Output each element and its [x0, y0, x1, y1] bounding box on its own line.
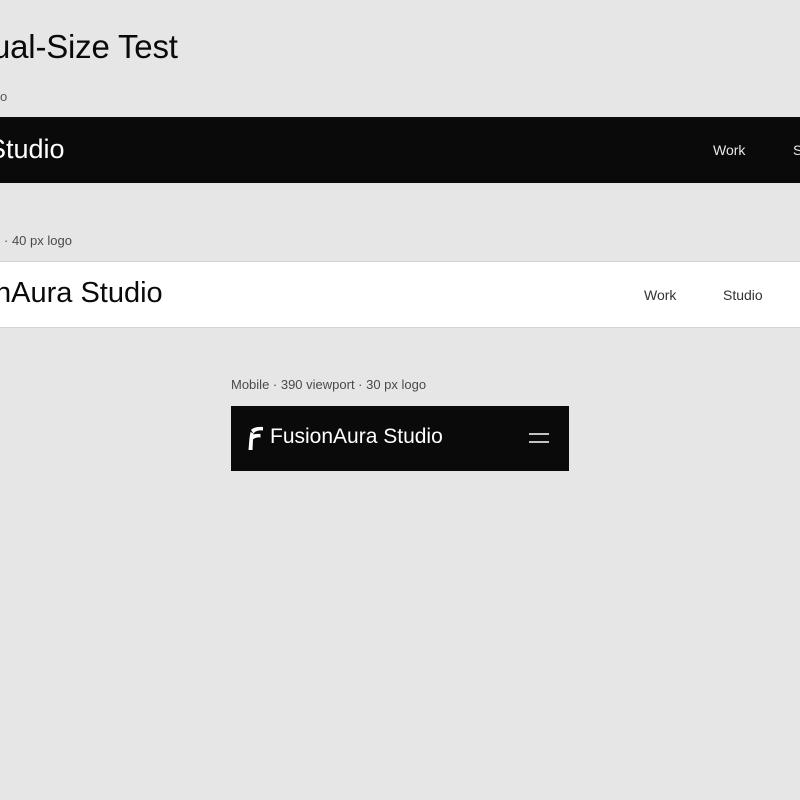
nav-link-work[interactable]: Work	[644, 287, 676, 303]
nav-link-work[interactable]: Work	[713, 142, 745, 158]
brand-wordmark[interactable]: FusionAura Studio	[270, 425, 443, 449]
section-caption-mobile: Mobile · 390 viewport · 30 px logo	[231, 377, 427, 392]
page-title: ual-Size Test	[0, 28, 178, 65]
section-caption-40px: · 40 px logo	[4, 233, 72, 248]
nav-link-studio[interactable]: S	[793, 142, 800, 158]
brand-wordmark[interactable]: Studio	[0, 134, 65, 165]
hamburger-menu-icon[interactable]	[529, 430, 549, 446]
brand-wordmark[interactable]: nAura Studio	[0, 277, 163, 310]
desktop-dark-navbar: Studio Work S	[0, 117, 800, 183]
intro-caption: o	[0, 89, 8, 104]
nav-link-studio[interactable]: Studio	[723, 287, 763, 303]
mobile-dark-navbar: FusionAura Studio	[231, 406, 569, 471]
page: ual-Size Test o Studio Work S · 40 px lo…	[0, 0, 800, 800]
fusionaura-f-logo-icon[interactable]	[248, 426, 263, 450]
desktop-light-navbar: nAura Studio Work Studio	[0, 261, 800, 328]
